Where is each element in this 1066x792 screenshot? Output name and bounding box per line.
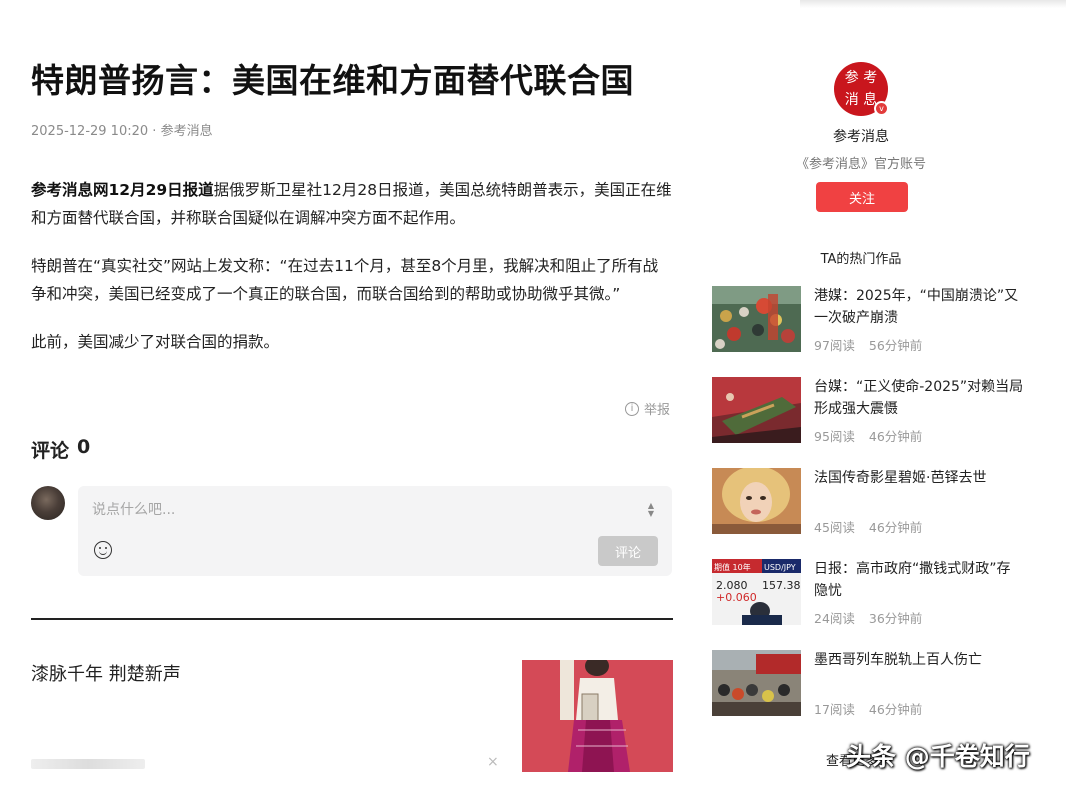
hot-item-stats: 17阅读 46分钟前 (814, 699, 922, 718)
read-count: 97阅读 (814, 338, 855, 353)
publish-time: 46分钟前 (868, 702, 923, 717)
article: 特朗普扬言：美国在维和方面替代联合国 2025-12-29 10:20 · 参考… (31, 56, 673, 772)
hot-item-thumbnail (712, 650, 801, 716)
report-button[interactable]: i 举报 (625, 399, 670, 418)
hot-item-thumbnail: 期值 10年 USD/JPY 2.080 157.38 +0.060 (712, 559, 801, 625)
read-count: 24阅读 (814, 611, 855, 626)
comments-heading: 评论 0 (31, 436, 90, 463)
watermark: 头条 @千卷知行 (846, 742, 1030, 771)
hot-item[interactable]: 法国传奇影星碧姬·芭铎去世 45阅读 46分钟前 (712, 468, 1022, 536)
hot-item[interactable]: 港媒：2025年，“中国崩溃论”又一次破产崩溃 97阅读 56分钟前 (712, 286, 1022, 354)
thumb-label-a: 期值 10年 (714, 562, 751, 572)
paragraph-lead: 参考消息网12月29日报道 (31, 181, 214, 199)
resize-arrows-icon[interactable]: ▲ ▼ (648, 502, 654, 518)
publish-time: 36分钟前 (868, 611, 923, 626)
comment-box: ▲▼ 评论 (78, 486, 672, 576)
article-title: 特朗普扬言：美国在维和方面替代联合国 (31, 61, 634, 100)
hot-item-thumbnail (712, 377, 801, 443)
comments-label: 评论 (31, 440, 70, 462)
read-count: 95阅读 (814, 429, 855, 444)
article-date: 2025-12-29 10:20 (31, 124, 149, 139)
publish-time: 46分钟前 (868, 429, 923, 444)
hot-item-stats: 24阅读 36分钟前 (814, 608, 922, 627)
comment-input[interactable] (92, 502, 632, 518)
info-icon: i (625, 401, 639, 416)
hot-item-title: 港媒：2025年，“中国崩溃论”又一次破产崩溃 (814, 288, 1019, 326)
follow-button[interactable]: 关注 (816, 182, 908, 212)
hot-item-title: 台媒：“正义使命-2025”对赖当局形成强大震慑 (814, 379, 1024, 417)
hot-item-stats: 95阅读 46分钟前 (814, 426, 922, 445)
article-meta: 2025-12-29 10:20 · 参考消息 (31, 120, 673, 139)
recommendation-title[interactable]: 漆脉千年 荆楚新声 (31, 660, 181, 686)
thumb-value-e: +0.060 (716, 591, 757, 604)
recommendation-meta-faded (31, 759, 145, 769)
article-source[interactable]: 参考消息 (161, 120, 213, 139)
account-description: 《参考消息》官方账号 (795, 157, 926, 172)
sidebar: 参 考 消 息 v 参考消息 《参考消息》官方账号 关注 TA的热门作品 港媒：… (700, 0, 1030, 792)
hot-item-stats: 45阅读 46分钟前 (814, 517, 922, 536)
read-count: 17阅读 (814, 702, 855, 717)
report-label: 举报 (644, 403, 671, 418)
article-paragraph-2: 特朗普在“真实社交”网站上发文称：“在过去11个月，甚至8个月里，我解决和阻止了… (31, 257, 659, 303)
hot-item-title: 法国传奇影星碧姬·芭铎去世 (814, 470, 987, 486)
account-logo[interactable]: 参 考 消 息 v (834, 62, 889, 116)
user-avatar[interactable] (31, 486, 65, 520)
thumb-label-b: USD/JPY (764, 563, 796, 572)
thumb-value-d: 157.38 (762, 579, 801, 592)
hot-item-title: 日报：高市政府“撒钱式财政”存隐忧 (814, 561, 1011, 599)
hot-works-heading: TA的热门作品 (820, 252, 902, 267)
hot-item[interactable]: 墨西哥列车脱轨上百人伤亡 17阅读 46分钟前 (712, 650, 1022, 718)
dismiss-icon[interactable]: × (487, 754, 499, 770)
read-count: 45阅读 (814, 520, 855, 535)
logo-text-top: 参 考 (844, 70, 878, 86)
section-divider (31, 618, 673, 620)
meta-separator: · (152, 124, 157, 139)
hot-item[interactable]: 期值 10年 USD/JPY 2.080 157.38 +0.060 日报：高市… (712, 559, 1022, 627)
publish-time: 56分钟前 (868, 338, 923, 353)
hot-item[interactable]: 台媒：“正义使命-2025”对赖当局形成强大震慑 95阅读 46分钟前 (712, 377, 1024, 445)
hot-item-title: 墨西哥列车脱轨上百人伤亡 (814, 652, 982, 668)
article-paragraph-1: 参考消息网12月29日报道据俄罗斯卫星社12月28日报道，美国总统特朗普表示，美… (31, 176, 673, 232)
account-name[interactable]: 参考消息 (700, 126, 1022, 146)
hot-item-thumbnail (712, 286, 801, 352)
verified-badge-icon: v (874, 101, 889, 116)
hot-item-thumbnail (712, 468, 801, 534)
emoji-icon[interactable] (94, 541, 112, 559)
comments-count: 0 (77, 436, 91, 458)
publish-time: 46分钟前 (868, 520, 923, 535)
comment-submit-button[interactable]: 评论 (598, 536, 658, 566)
article-paragraph-3: 此前，美国减少了对联合国的捐款。 (31, 333, 280, 351)
recommendation-thumbnail[interactable] (522, 660, 673, 772)
hot-item-stats: 97阅读 56分钟前 (814, 335, 922, 354)
